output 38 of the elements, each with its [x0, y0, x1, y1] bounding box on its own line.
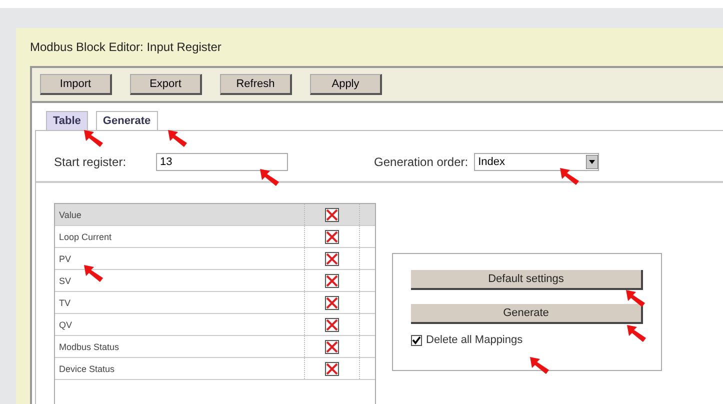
field-label: Start register: [54, 155, 126, 169]
table-cell: Device Status [55, 358, 305, 379]
pointer-arrow-icon [168, 130, 188, 148]
field-label: Generation order: [374, 155, 468, 169]
table-cell: Loop Current [55, 226, 305, 247]
tab[interactable]: Generate [96, 111, 158, 130]
checked-box-icon[interactable] [325, 274, 339, 288]
action-button[interactable]: Default settings [411, 270, 643, 290]
dropdown-arrow-icon [586, 155, 598, 169]
toolbar-button[interactable]: Export [130, 74, 202, 95]
checked-box-icon[interactable] [325, 230, 339, 244]
checked-box-icon[interactable] [325, 318, 339, 332]
generation-order-dropdown[interactable]: Index [474, 153, 600, 171]
checked-box-icon[interactable] [325, 362, 339, 376]
toolbar-button[interactable]: Import [40, 74, 112, 95]
checkbox[interactable] [411, 334, 422, 346]
checked-box-icon[interactable] [325, 252, 339, 266]
start-register-field[interactable]: 13 [156, 153, 288, 171]
pointer-arrow-icon [560, 168, 580, 186]
pointer-arrow-icon [84, 130, 104, 148]
table-cell: QV [55, 314, 305, 335]
toolbar-button[interactable]: Refresh [220, 74, 292, 95]
pointer-arrow-icon [84, 265, 104, 283]
pointer-arrow-icon [626, 290, 646, 308]
pointer-arrow-icon [530, 357, 550, 375]
pointer-arrow-icon [260, 169, 280, 187]
window-title: Modbus Block Editor: Input Register [30, 39, 222, 56]
table-cell: TV [55, 292, 305, 313]
column-header: Value [55, 204, 305, 225]
toolbar-button[interactable]: Apply [310, 74, 382, 95]
action-button[interactable]: Generate [411, 304, 643, 324]
checked-box-icon[interactable] [325, 208, 339, 222]
tab[interactable]: Table [46, 111, 88, 130]
checked-box-icon[interactable] [325, 296, 339, 310]
pointer-arrow-icon [627, 325, 647, 343]
checked-box-icon[interactable] [325, 340, 339, 354]
table-cell: Modbus Status [55, 336, 305, 357]
checkbox-label: Delete all Mappings [426, 334, 523, 346]
